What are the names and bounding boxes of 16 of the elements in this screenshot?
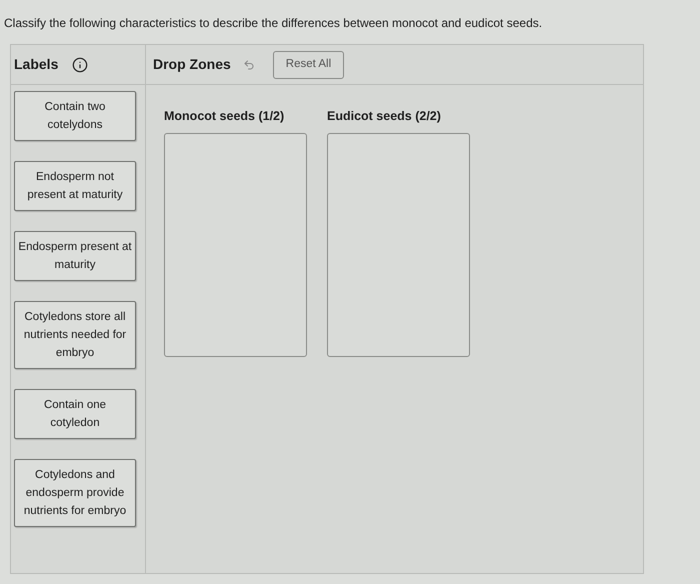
zone-title: Monocot seeds (1/2)	[164, 108, 286, 121]
drop-zone[interactable]	[327, 133, 470, 357]
draggable-label[interactable]: Cotyledons and endosperm provide nutrients for embryo	[14, 459, 136, 527]
draggable-label[interactable]: Cotyledons store all nutrients needed for embryo	[14, 301, 136, 369]
draggable-label[interactable]: Contain two cotelydons	[14, 91, 136, 141]
draggable-label[interactable]: Contain one cotyledon	[14, 389, 136, 439]
instruction-text: Classify the following characteristics to describe the differences between monocot and eudicot seeds.	[3, 15, 544, 32]
info-icon[interactable]	[72, 56, 88, 72]
drop-zone[interactable]	[164, 133, 307, 357]
reset-all-button[interactable]: Reset All	[272, 50, 344, 78]
zone-title: Eudicot seeds (2/2)	[327, 108, 442, 121]
drop-zones-heading: Drop Zones	[153, 55, 231, 74]
labels-heading: Labels	[14, 55, 58, 74]
draggable-label[interactable]: Endosperm not present at maturity	[14, 161, 136, 211]
draggable-label[interactable]: Endosperm present at maturity	[14, 231, 136, 281]
undo-icon[interactable]	[242, 58, 255, 70]
